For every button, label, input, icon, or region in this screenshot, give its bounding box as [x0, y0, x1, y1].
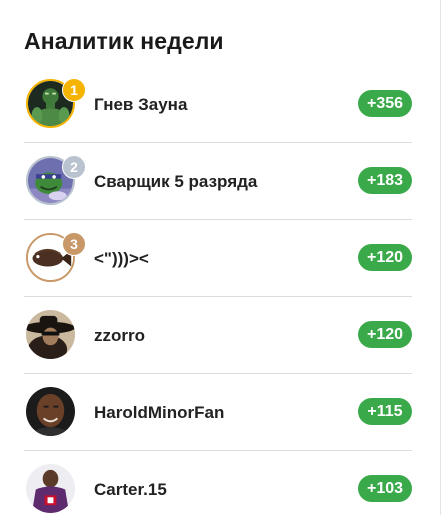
score-badge: +120	[358, 321, 412, 348]
leaderboard-list: 1 Гнев Зауна +356 2 Сварщик 5 разряда +1…	[24, 66, 412, 527]
list-item[interactable]: Carter.15 +103	[24, 451, 412, 527]
score-badge: +183	[358, 167, 412, 194]
score-badge: +120	[358, 244, 412, 271]
zorro-avatar[interactable]	[26, 310, 75, 359]
score-badge: +103	[358, 475, 412, 502]
basketball-player-avatar[interactable]	[26, 387, 75, 436]
gold-medal-badge: 1	[62, 78, 86, 102]
raptors-player-avatar[interactable]	[26, 464, 75, 513]
list-item[interactable]: 3 <")))>< +120	[24, 220, 412, 297]
score-badge: +356	[358, 90, 412, 117]
list-item[interactable]: HaroldMinorFan +115	[24, 374, 412, 451]
user-name[interactable]: Гнев Зауна	[94, 95, 187, 115]
user-name[interactable]: <")))><	[94, 249, 149, 269]
score-badge: +115	[358, 398, 412, 425]
widget-title: Аналитик недели	[24, 28, 224, 54]
user-name[interactable]: zzorro	[94, 326, 145, 346]
user-name[interactable]: Carter.15	[94, 480, 167, 500]
bronze-medal-badge: 3	[62, 232, 86, 256]
user-name[interactable]: HaroldMinorFan	[94, 403, 224, 423]
list-item[interactable]: 1 Гнев Зауна +356	[24, 66, 412, 143]
analyst-of-week-widget: Аналитик недели 1 Гнев Зауна +356 2 Свар…	[0, 0, 441, 515]
list-item[interactable]: 2 Сварщик 5 разряда +183	[24, 143, 412, 220]
user-name[interactable]: Сварщик 5 разряда	[94, 172, 257, 192]
list-item[interactable]: zzorro +120	[24, 297, 412, 374]
silver-medal-badge: 2	[62, 155, 86, 179]
